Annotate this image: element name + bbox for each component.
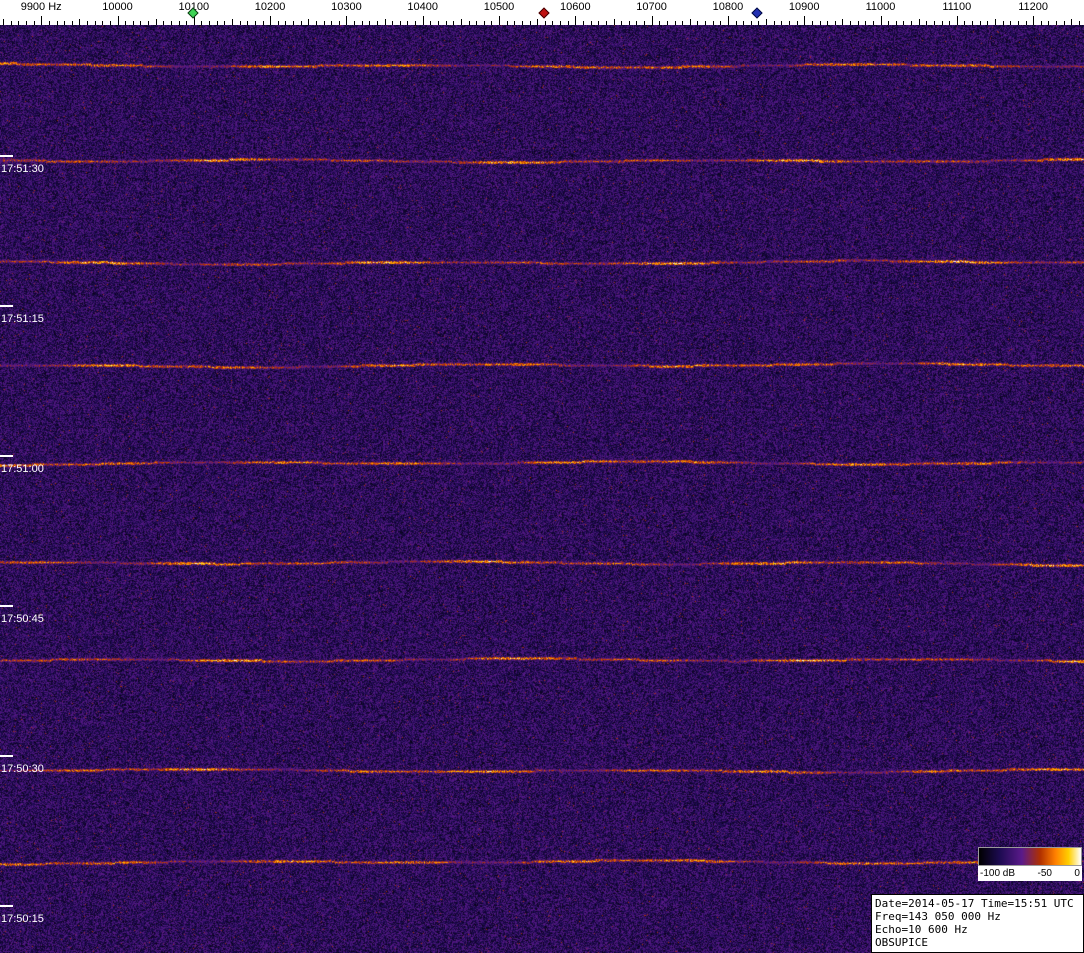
frequency-label: 11000 (865, 1, 896, 13)
time-tick (0, 155, 13, 157)
frequency-label: 10300 (331, 1, 362, 13)
time-label: 17:51:15 (1, 313, 44, 325)
info-line: Date=2014-05-17 Time=15:51 UTC (875, 897, 1074, 910)
ruler-tick (1033, 16, 1035, 25)
info-box: Date=2014-05-17 Time=15:51 UTC Freq=143 0… (871, 894, 1084, 953)
red-diamond-marker[interactable] (538, 7, 550, 19)
time-tick (0, 755, 13, 757)
time-tick (0, 455, 13, 457)
ruler-tick (880, 16, 882, 25)
time-tick (0, 305, 13, 307)
time-label: 17:50:45 (1, 613, 44, 625)
frequency-label: 10600 (560, 1, 591, 13)
ruler-tick (346, 16, 348, 25)
frequency-label: 9900 Hz (20, 1, 62, 13)
frequency-ruler[interactable]: 9900 Hz 10000 10100 10200 10300 10400 10500 106… (0, 0, 1084, 25)
spectrogram-canvas[interactable] (0, 25, 1084, 953)
ruler-tick (575, 16, 577, 25)
ruler-tick (41, 16, 43, 25)
ruler-tick (270, 16, 272, 25)
time-tick (0, 905, 13, 907)
info-line: Echo=10 600 Hz (875, 923, 968, 936)
blue-diamond-marker[interactable] (751, 7, 764, 19)
spectrum-waterfall-app: 9900 Hz 10000 10100 10200 10300 10400 10500 106… (0, 0, 1084, 953)
frequency-label: 10400 (407, 1, 438, 13)
frequency-label: 10700 (636, 1, 667, 13)
frequency-label: 10000 (102, 1, 133, 13)
frequency-label: 10500 (483, 1, 515, 13)
ruler-tick (956, 16, 958, 25)
info-line: Freq=143 050 000 Hz (875, 910, 1001, 923)
ruler-tick (804, 16, 806, 25)
time-label: 17:50:15 (1, 913, 44, 925)
ruler-tick (117, 16, 119, 25)
frequency-label: 11100 (942, 1, 972, 13)
ruler-tick (651, 16, 653, 25)
colorbar-db-label: 0 (1074, 868, 1080, 879)
colorbar-gradient (978, 847, 1082, 866)
frequency-label: 11200 (1018, 1, 1048, 13)
ruler-tick (422, 16, 424, 25)
time-tick (0, 605, 13, 607)
colorbar-db-label: -50 (1037, 868, 1052, 879)
frequency-label: 10900 (788, 1, 820, 13)
colorbar: -100 dB -50 0 (978, 847, 1082, 881)
time-label: 17:51:30 (1, 163, 44, 175)
frequency-label: 10800 (712, 1, 744, 13)
ruler-tick (499, 16, 500, 25)
ruler-tick (727, 16, 729, 25)
time-label: 17:51:00 (1, 463, 44, 475)
colorbar-labels: -100 dB -50 0 (978, 866, 1082, 881)
spectrogram-area[interactable]: 17:51:30 17:51:15 17:51:00 17:50:45 17:50:30… (0, 25, 1084, 953)
colorbar-db-label: -100 dB (980, 868, 1016, 879)
frequency-label: 10200 (254, 1, 286, 13)
time-label: 17:50:30 (1, 763, 44, 775)
info-line: OBSUPICE (875, 936, 928, 949)
